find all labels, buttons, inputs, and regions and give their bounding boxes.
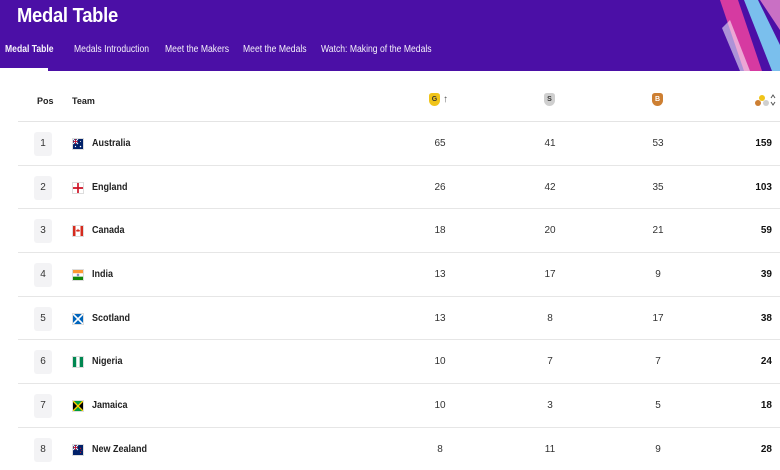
team-name[interactable]: Australia — [92, 138, 131, 149]
position-cell: 7 — [34, 394, 52, 419]
bronze-count: 53 — [652, 138, 664, 149]
bronze-count: 7 — [655, 356, 661, 368]
total-count: 18 — [760, 400, 772, 412]
nav-meet-the-makers[interactable]: Meet the Makers — [165, 44, 229, 55]
team-column-header[interactable]: Team — [72, 96, 95, 106]
silver-count: 7 — [547, 356, 553, 368]
gold-count: 65 — [434, 138, 446, 149]
nav-medals-introduction[interactable]: Medals Introduction — [74, 44, 149, 55]
team-name[interactable]: India — [92, 269, 113, 280]
gold-count: 18 — [434, 225, 446, 237]
bronze-column-header[interactable]: B — [652, 93, 663, 106]
team-name[interactable]: Canada — [92, 225, 125, 236]
total-count: 103 — [755, 181, 772, 193]
silver-count: 17 — [544, 269, 556, 281]
total-count: 28 — [760, 443, 772, 455]
pos-column-header[interactable]: Pos — [37, 96, 54, 106]
bronze-count: 35 — [652, 181, 664, 193]
table-row[interactable]: 8 New Zealand 8 11 9 28 — [18, 428, 780, 470]
silver-count: 42 — [544, 181, 556, 193]
total-count: 59 — [760, 225, 772, 237]
position-cell: 2 — [34, 175, 52, 200]
arrow-up-icon[interactable]: ↑ — [443, 94, 448, 105]
table-row[interactable]: 4 India 13 17 9 39 — [18, 253, 780, 297]
position-cell: 1 — [34, 132, 52, 156]
table-row[interactable]: 2 England 26 42 35 103 — [18, 166, 780, 210]
bronze-count: 9 — [655, 269, 661, 281]
total-count: 39 — [760, 269, 772, 281]
gold-count: 26 — [434, 181, 446, 193]
team-name[interactable]: Nigeria — [92, 356, 123, 367]
bronze-count: 17 — [652, 312, 664, 324]
position-cell: 5 — [34, 306, 52, 331]
medal-table: Pos Team G ↑ S B 1 Australia 65 41 53 15… — [18, 82, 780, 470]
medals-total-icon[interactable] — [755, 93, 777, 107]
table-row[interactable]: 3 Canada 18 20 21 59 — [18, 209, 780, 254]
india-flag-icon — [72, 269, 84, 282]
jamaica-flag-icon — [72, 400, 84, 413]
position-cell: 8 — [34, 437, 52, 462]
silver-count: 20 — [544, 225, 556, 237]
table-row[interactable]: 5 Scotland 13 8 17 38 — [18, 297, 780, 341]
table-header: Pos Team G ↑ S B — [18, 82, 780, 122]
total-count: 159 — [755, 138, 772, 149]
page-header: Medal Table Medal Table Medals Introduct… — [0, 0, 780, 71]
decorative-graphic — [720, 0, 780, 71]
silver-count: 11 — [544, 443, 556, 455]
nav-meet-the-medals[interactable]: Meet the Medals — [243, 44, 307, 55]
gold-column-header[interactable]: G — [429, 93, 440, 106]
position-cell: 4 — [34, 263, 52, 288]
canada-flag-icon — [72, 225, 84, 238]
australia-flag-icon — [72, 138, 84, 150]
silver-count: 8 — [547, 312, 553, 324]
team-name[interactable]: England — [92, 182, 128, 193]
bronze-count: 5 — [655, 400, 661, 412]
nav-watch-making-of-medals[interactable]: Watch: Making of the Medals — [321, 44, 432, 55]
bronze-count: 21 — [652, 225, 664, 237]
active-tab-indicator — [0, 68, 48, 71]
team-name[interactable]: New Zealand — [92, 444, 147, 455]
new-zealand-flag-icon — [72, 443, 84, 456]
team-name[interactable]: Scotland — [92, 313, 130, 324]
table-row[interactable]: 6 Nigeria 10 7 7 24 — [18, 340, 780, 385]
position-cell: 6 — [34, 350, 52, 375]
table-row[interactable]: 1 Australia 65 41 53 159 — [18, 122, 780, 166]
gold-count: 13 — [434, 312, 446, 324]
scotland-flag-icon — [72, 312, 84, 325]
table-row[interactable]: 7 Jamaica 10 3 5 18 — [18, 384, 780, 428]
gold-count: 8 — [437, 443, 443, 455]
gold-count: 10 — [434, 400, 446, 412]
nigeria-flag-icon — [72, 356, 84, 369]
bronze-count: 9 — [655, 443, 661, 455]
silver-count: 41 — [544, 138, 556, 149]
silver-column-header[interactable]: S — [544, 93, 555, 106]
team-name[interactable]: Jamaica — [92, 400, 128, 411]
gold-count: 13 — [434, 269, 446, 281]
nav-bar: Medal Table Medals Introduction Meet the… — [5, 44, 452, 55]
total-count: 24 — [760, 356, 772, 368]
nav-medal-table[interactable]: Medal Table — [5, 44, 54, 55]
gold-count: 10 — [434, 356, 446, 368]
total-count: 38 — [760, 312, 772, 324]
silver-count: 3 — [547, 400, 553, 412]
position-cell: 3 — [34, 219, 52, 244]
england-flag-icon — [72, 181, 84, 194]
page-title: Medal Table — [17, 5, 118, 27]
